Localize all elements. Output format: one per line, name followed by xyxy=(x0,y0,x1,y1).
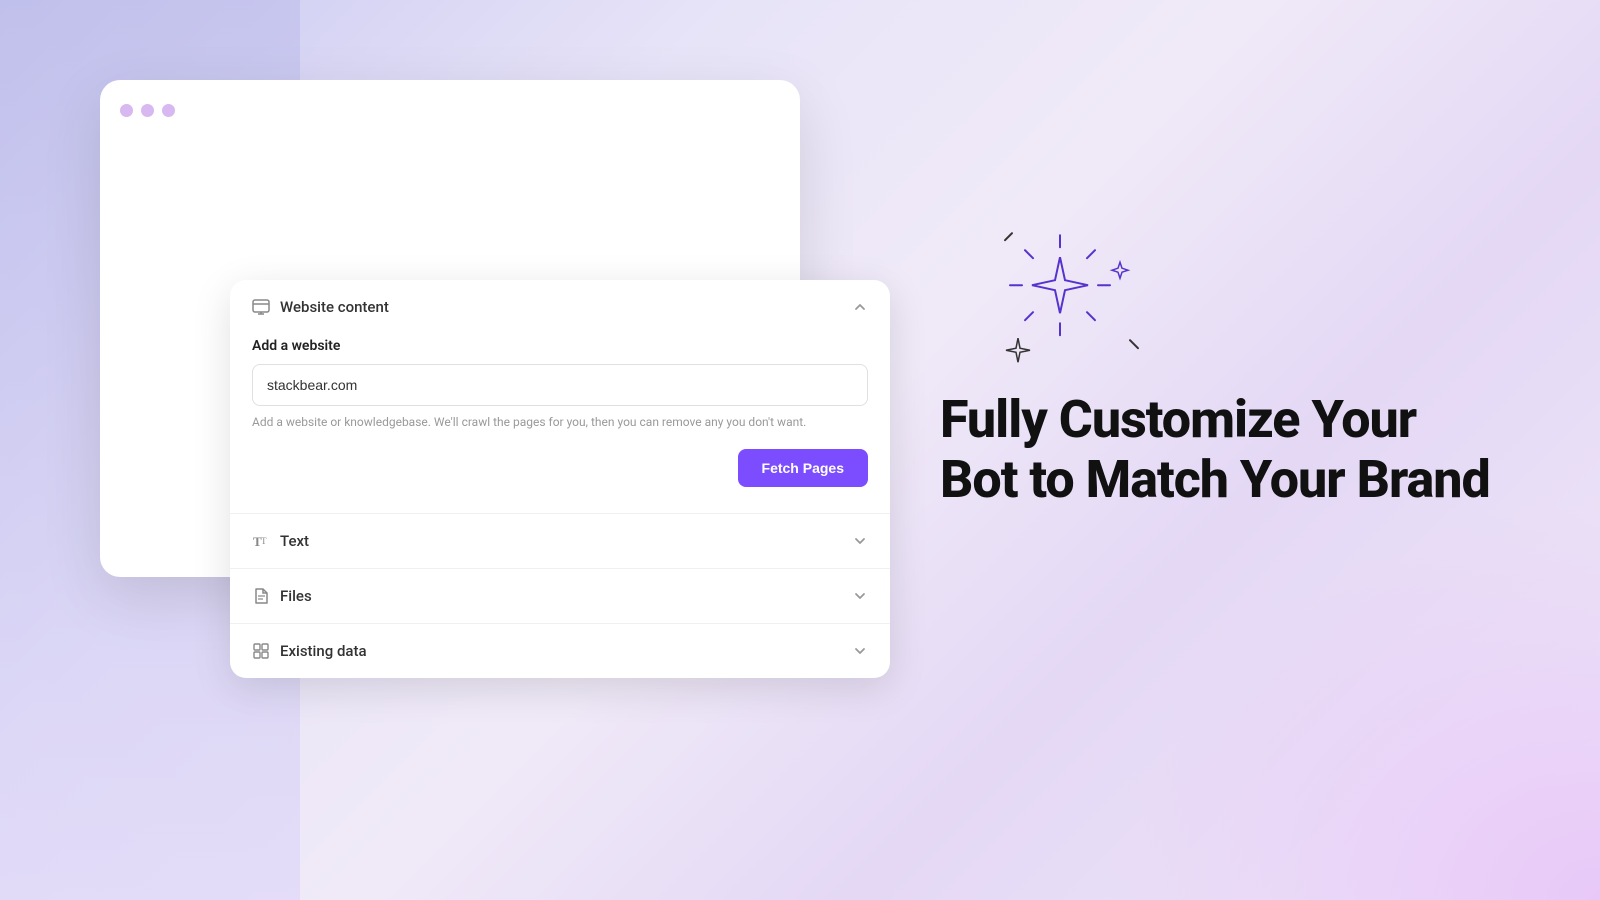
existing-data-section: Existing data xyxy=(230,624,890,678)
website-content-header[interactable]: Website content xyxy=(230,280,890,334)
website-content-section: Website content Add a website Add a webs… xyxy=(230,280,890,514)
chevron-down-icon-existing xyxy=(852,643,868,659)
headline-line2: Bot to Match Your Brand xyxy=(940,449,1490,510)
chevron-down-icon-text xyxy=(852,533,868,549)
file-icon xyxy=(252,587,270,605)
sparkle-decoration xyxy=(990,210,1130,390)
headline-line1: Fully Customize Your xyxy=(940,389,1416,450)
text-section-header[interactable]: T T Text xyxy=(230,514,890,568)
chevron-up-icon xyxy=(852,299,868,315)
website-content-header-left: Website content xyxy=(252,298,389,316)
files-section-header[interactable]: Files xyxy=(230,569,890,623)
browser-icon xyxy=(252,298,270,316)
browser-dot-red xyxy=(120,104,133,117)
website-content-title: Website content xyxy=(280,298,389,316)
browser-dot-green xyxy=(162,104,175,117)
existing-data-section-title: Existing data xyxy=(280,642,367,660)
browser-dot-yellow xyxy=(141,104,154,117)
files-section-header-left: Files xyxy=(252,587,312,605)
add-website-label: Add a website xyxy=(252,334,868,354)
existing-data-section-header-left: Existing data xyxy=(252,642,367,660)
fetch-btn-row: Fetch Pages xyxy=(252,449,868,487)
text-icon: T T xyxy=(252,532,270,550)
url-input[interactable] xyxy=(252,364,868,406)
browser-dots xyxy=(120,100,780,121)
text-section-title: Text xyxy=(280,532,309,550)
right-panel: Fully Customize Your Bot to Match Your B… xyxy=(940,390,1520,510)
svg-text:T: T xyxy=(261,536,267,546)
headline: Fully Customize Your Bot to Match Your B… xyxy=(940,390,1520,510)
chevron-down-icon-files xyxy=(852,588,868,604)
text-section: T T Text xyxy=(230,514,890,569)
text-section-header-left: T T Text xyxy=(252,532,309,550)
fetch-pages-button[interactable]: Fetch Pages xyxy=(738,449,868,487)
website-content-expanded: Add a website Add a website or knowledge… xyxy=(230,334,890,513)
files-section-title: Files xyxy=(280,587,312,605)
helper-text: Add a website or knowledgebase. We'll cr… xyxy=(252,414,868,431)
left-panel: Website content Add a website Add a webs… xyxy=(100,80,800,577)
content-card: Website content Add a website Add a webs… xyxy=(230,280,890,678)
existing-data-section-header[interactable]: Existing data xyxy=(230,624,890,678)
files-section: Files xyxy=(230,569,890,624)
grid-icon xyxy=(252,642,270,660)
